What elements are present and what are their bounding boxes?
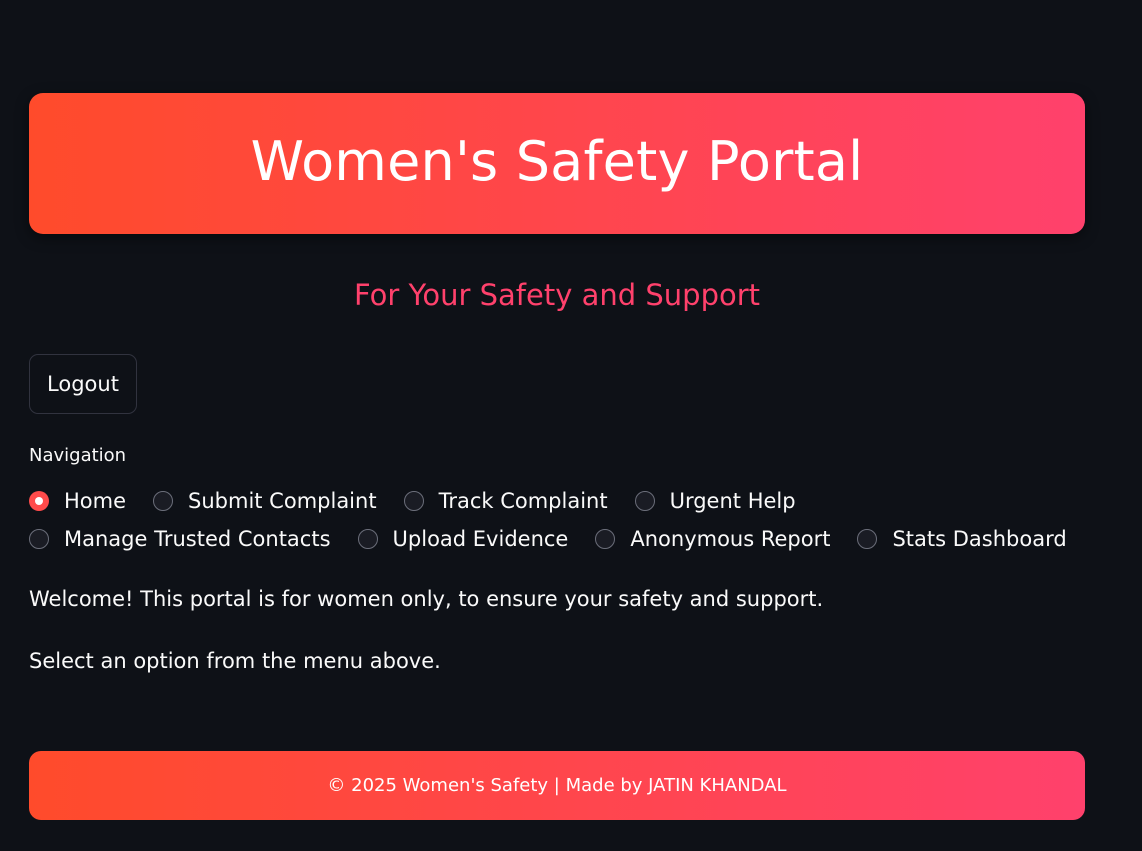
nav-option-manage-trusted-contacts[interactable]: Manage Trusted Contacts: [29, 525, 331, 553]
nav-option-stats-dashboard[interactable]: Stats Dashboard: [857, 525, 1067, 553]
nav-option-label: Home: [64, 489, 127, 513]
radio-unselected-icon[interactable]: [403, 491, 424, 511]
navigation-label: Navigation: [29, 445, 127, 466]
radio-unselected-icon[interactable]: [595, 529, 616, 549]
nav-option-anonymous-report[interactable]: Anonymous Report: [595, 525, 830, 553]
navigation-radio-group-row-2: Manage Trusted Contacts Upload Evidence …: [29, 525, 1067, 553]
radio-unselected-icon[interactable]: [857, 529, 878, 549]
page-title: Women's Safety Portal: [250, 129, 864, 193]
nav-option-label: Submit Complaint: [188, 489, 377, 513]
nav-option-label: Anonymous Report: [630, 527, 831, 551]
radio-unselected-icon[interactable]: [634, 491, 655, 511]
navigation-radio-group-row-1: Home Submit Complaint Track Complaint Ur…: [29, 487, 796, 515]
logout-button[interactable]: Logout: [29, 354, 137, 414]
nav-option-upload-evidence[interactable]: Upload Evidence: [357, 525, 569, 553]
radio-unselected-icon[interactable]: [357, 529, 378, 549]
nav-option-submit-complaint[interactable]: Submit Complaint: [153, 487, 377, 515]
nav-option-urgent-help[interactable]: Urgent Help: [634, 487, 796, 515]
nav-option-home[interactable]: Home: [29, 487, 126, 515]
instruction-text: Select an option from the menu above.: [29, 649, 441, 673]
radio-unselected-icon[interactable]: [153, 491, 174, 511]
page: Women's Safety Portal For Your Safety an…: [0, 0, 1142, 851]
radio-selected-icon[interactable]: [29, 491, 49, 511]
nav-option-label: Stats Dashboard: [892, 527, 1067, 551]
page-subtitle: For Your Safety and Support: [353, 278, 761, 312]
radio-unselected-icon[interactable]: [29, 529, 49, 549]
nav-option-label: Manage Trusted Contacts: [64, 527, 331, 551]
welcome-text: Welcome! This portal is for women only, …: [29, 587, 824, 611]
nav-option-label: Track Complaint: [438, 489, 608, 513]
nav-option-track-complaint[interactable]: Track Complaint: [403, 487, 608, 515]
nav-option-label: Upload Evidence: [392, 527, 569, 551]
header-banner: Women's Safety Portal: [29, 93, 1085, 234]
footer-banner: © 2025 Women's Safety | Made by JATIN KH…: [29, 751, 1085, 820]
nav-option-label: Urgent Help: [669, 489, 796, 513]
footer-text: © 2025 Women's Safety | Made by JATIN KH…: [327, 775, 787, 796]
